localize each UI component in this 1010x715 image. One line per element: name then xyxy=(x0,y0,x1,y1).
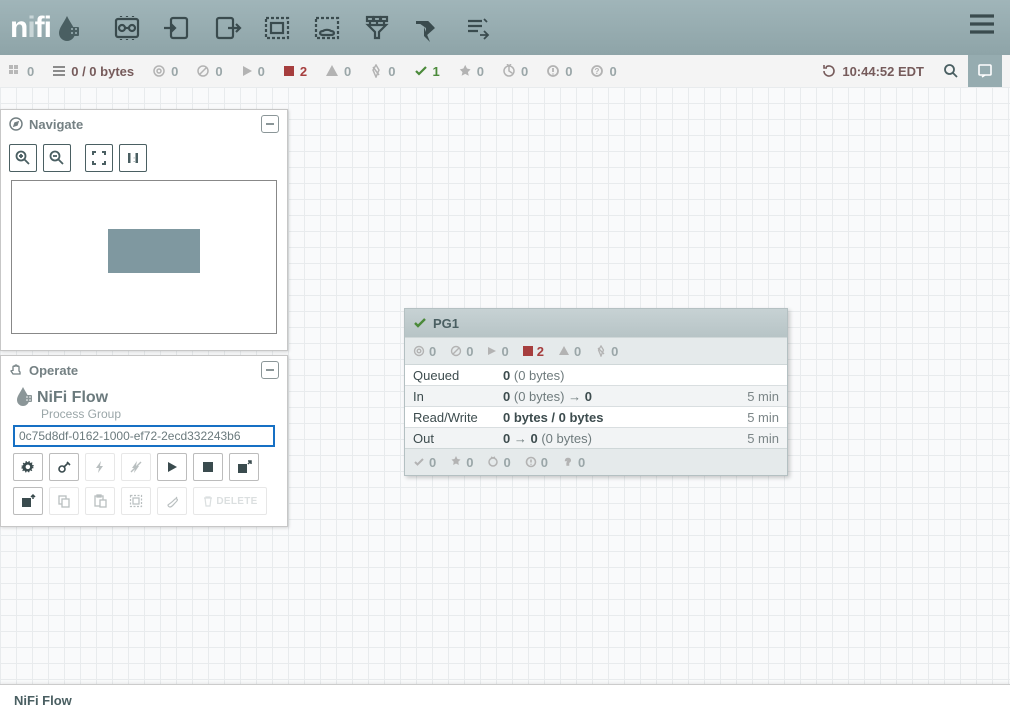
operate-panel: Operate NiFi Flow Process Group 0c75d8df… xyxy=(0,355,288,527)
add-template-button[interactable] xyxy=(411,12,443,44)
add-funnel-button[interactable] xyxy=(361,12,393,44)
zoom-out-button[interactable] xyxy=(43,144,71,172)
variable-registry-button[interactable] xyxy=(49,453,79,481)
birdseye-pg xyxy=(108,229,200,273)
enable-button xyxy=(85,453,115,481)
navigate-panel: Navigate : xyxy=(0,109,288,351)
zoom-fit-button[interactable] xyxy=(85,144,113,172)
logo-drop-icon xyxy=(53,14,81,42)
status-queued: 0 / 0 bytes xyxy=(52,64,134,79)
pg-stats-bar: 0 0 0 2 0 0 xyxy=(405,337,787,365)
disable-button xyxy=(121,453,151,481)
start-button[interactable] xyxy=(157,453,187,481)
add-input-port-button[interactable] xyxy=(161,12,193,44)
add-process-group-button[interactable] xyxy=(261,12,293,44)
pg-header: PG1 xyxy=(405,309,787,337)
bulletin-board-button[interactable] xyxy=(968,55,1002,87)
status-not-transmitting: 0 xyxy=(196,64,222,79)
breadcrumb-root[interactable]: NiFi Flow xyxy=(14,693,72,708)
pg-row-rw: Read/Write0 bytes / 0 bytes5 min xyxy=(405,407,787,428)
pg-row-in: In0 (0 bytes) → 05 min xyxy=(405,386,787,407)
operate-title: Operate xyxy=(29,363,261,378)
breadcrumb-bar[interactable]: NiFi Flow xyxy=(0,684,1010,715)
pg-footer-bar: 0 0 0 0 ?0 xyxy=(405,448,787,475)
operate-name: NiFi Flow xyxy=(37,389,108,407)
svg-text:?: ? xyxy=(565,457,571,467)
navigate-collapse-button[interactable] xyxy=(261,115,279,133)
status-clock: 10:44:52 EDT xyxy=(821,63,924,79)
group-button xyxy=(121,487,151,515)
svg-text::: : xyxy=(133,155,135,164)
upload-template-button[interactable] xyxy=(13,487,43,515)
global-menu-button[interactable] xyxy=(968,12,996,39)
add-output-port-button[interactable] xyxy=(211,12,243,44)
status-up-to-date: 1 xyxy=(414,64,440,79)
nifi-logo: nifi xyxy=(10,11,81,45)
status-locally-modified: 0 xyxy=(458,64,484,79)
hand-icon xyxy=(9,363,23,377)
svg-text:?: ? xyxy=(595,67,600,76)
pg-name: PG1 xyxy=(433,316,459,331)
status-bar: 0 0 / 0 bytes 0 0 0 2 0 0 1 0 0 0 ?0 10:… xyxy=(0,55,1010,88)
color-button xyxy=(157,487,187,515)
pg-row-out: Out0 → 0 (0 bytes)5 min xyxy=(405,428,787,448)
status-running: 0 xyxy=(241,64,265,79)
status-transmitting: 0 xyxy=(152,64,178,79)
status-invalid: 0 xyxy=(325,64,351,79)
process-group-pg1[interactable]: PG1 0 0 0 2 0 0 Queued0 (0 bytes) In0 (0… xyxy=(404,308,788,476)
pg-icon xyxy=(13,386,37,409)
pg-row-queued: Queued0 (0 bytes) xyxy=(405,365,787,386)
add-processor-button[interactable] xyxy=(111,12,143,44)
paste-button xyxy=(85,487,115,515)
operate-type: Process Group xyxy=(41,407,275,421)
compass-icon xyxy=(9,117,23,131)
status-locally-modified-stale: 0 xyxy=(546,64,572,79)
navigate-title: Navigate xyxy=(29,117,261,132)
check-icon xyxy=(413,316,427,330)
birdseye-view[interactable] xyxy=(11,180,277,334)
configure-button[interactable] xyxy=(13,453,43,481)
status-stale: 0 xyxy=(502,64,528,79)
flow-canvas[interactable]: Navigate : Operate NiFi Flow Process Gro… xyxy=(0,87,1010,685)
operate-collapse-button[interactable] xyxy=(261,361,279,379)
create-template-button[interactable] xyxy=(229,453,259,481)
add-label-button[interactable] xyxy=(461,12,493,44)
delete-button: DELETE xyxy=(193,487,267,515)
main-toolbar: nifi xyxy=(0,0,1010,55)
operate-id[interactable]: 0c75d8df-0162-1000-ef72-2ecd332243b6 xyxy=(13,425,275,447)
stop-button[interactable] xyxy=(193,453,223,481)
zoom-actual-button[interactable]: : xyxy=(119,144,147,172)
zoom-in-button[interactable] xyxy=(9,144,37,172)
status-sync-failure: ?0 xyxy=(590,64,616,79)
search-button[interactable] xyxy=(934,55,968,87)
status-active-threads: 0 xyxy=(8,64,34,79)
status-disabled: 0 xyxy=(369,64,395,79)
status-stopped: 2 xyxy=(283,64,307,79)
add-remote-process-group-button[interactable] xyxy=(311,12,343,44)
copy-button xyxy=(49,487,79,515)
